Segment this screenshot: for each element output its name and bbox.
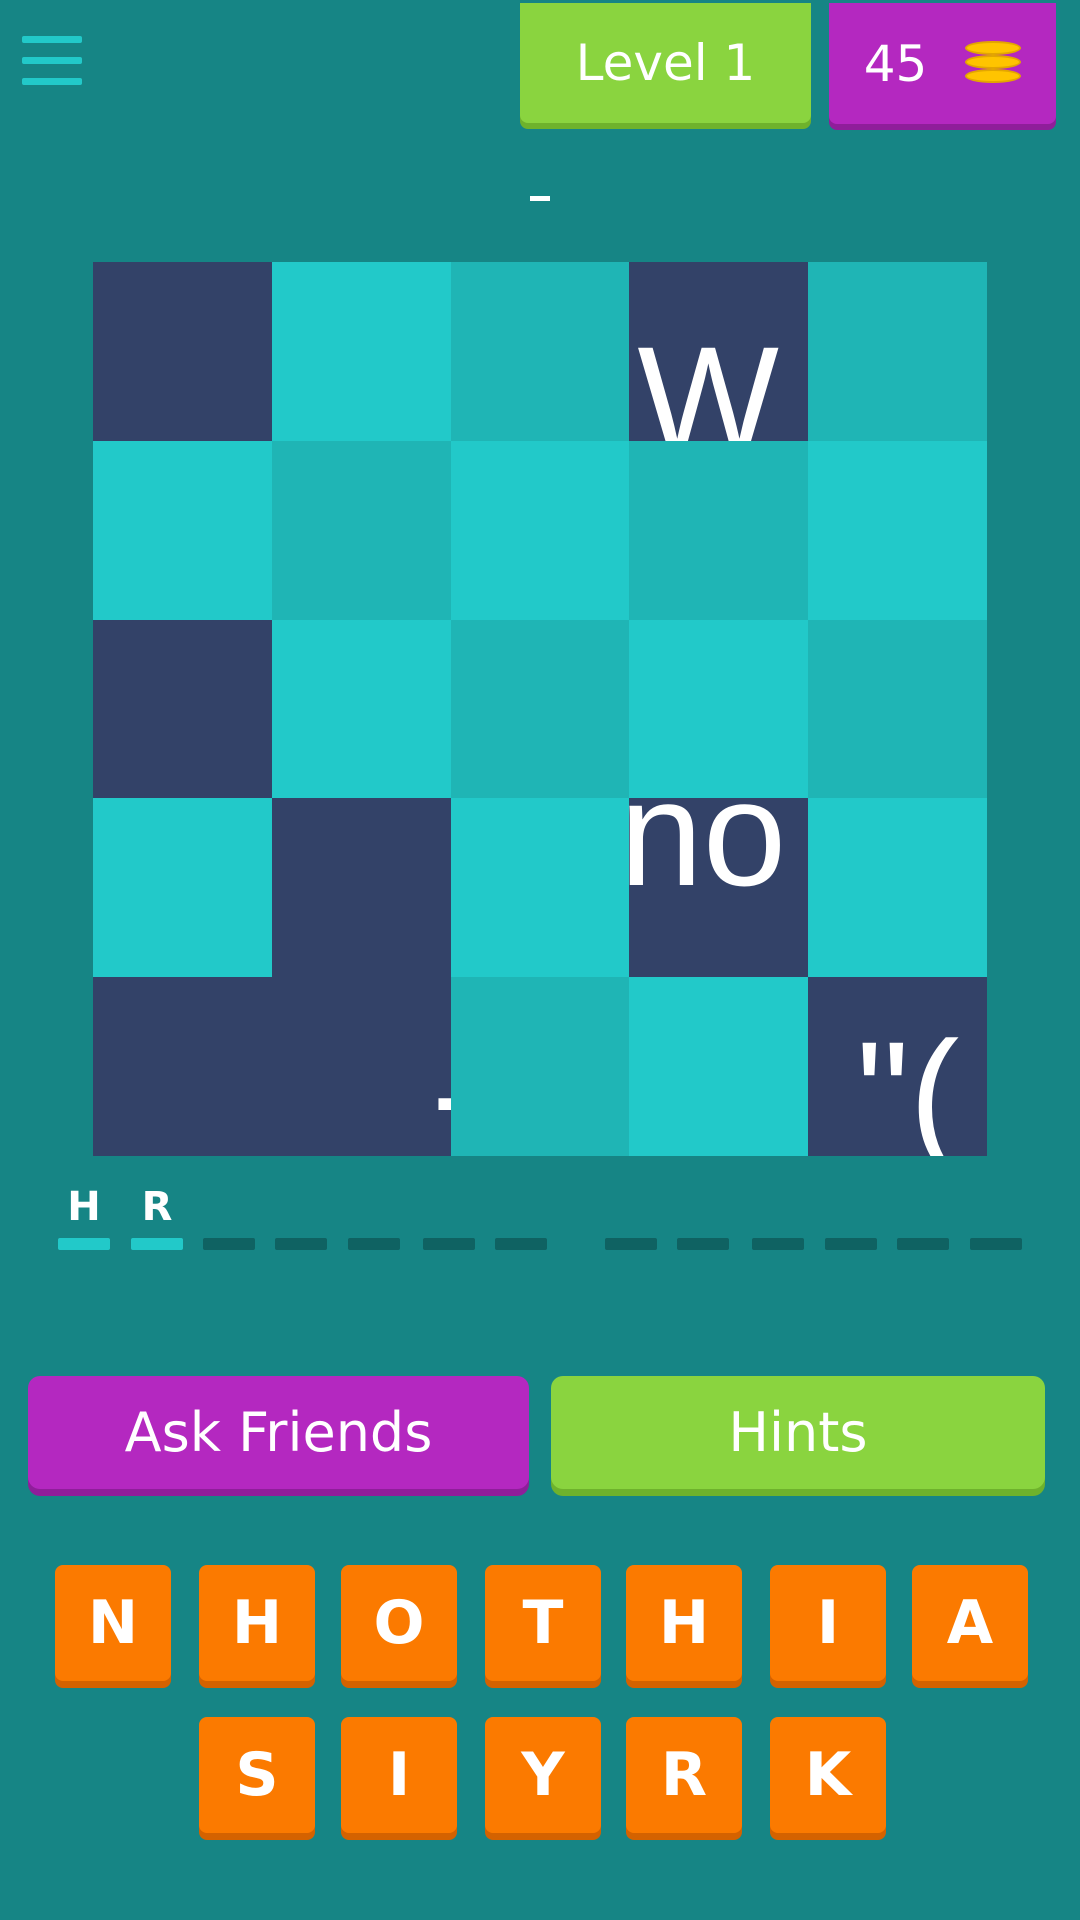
puzzle-tile-revealed	[271, 798, 451, 978]
puzzle-tile-hidden[interactable]	[629, 440, 809, 620]
puzzle-tile-hidden[interactable]	[450, 798, 630, 978]
ask-friends-label: Ask Friends	[124, 1401, 433, 1464]
coins-icon	[965, 40, 1022, 87]
puzzle-tile-revealed: no	[629, 798, 809, 978]
answer-slot[interactable]: H	[58, 1180, 110, 1250]
puzzle-tile-hidden[interactable]	[629, 977, 809, 1156]
letter-key[interactable]: R	[626, 1717, 742, 1833]
coins-button[interactable]: 45	[829, 3, 1056, 124]
answer-hint-dash	[530, 196, 550, 201]
puzzle-tile-hidden[interactable]	[808, 262, 987, 441]
puzzle-tile-hidden[interactable]	[450, 977, 630, 1156]
letter-key[interactable]: N	[55, 1565, 171, 1681]
image-fragment-text: -	[432, 1017, 451, 1156]
image-fragment-text: W	[637, 315, 779, 441]
image-fragment-text: "(	[856, 1010, 960, 1156]
answer-slot[interactable]	[495, 1180, 547, 1250]
letter-key[interactable]: Y	[485, 1717, 601, 1833]
letter-key[interactable]: O	[341, 1565, 457, 1681]
answer-slot[interactable]	[275, 1180, 327, 1250]
puzzle-tile-hidden[interactable]	[808, 798, 987, 978]
answer-letter: H	[67, 1184, 101, 1230]
answer-slot[interactable]	[825, 1180, 877, 1250]
answer-slot[interactable]	[970, 1180, 1022, 1250]
hints-button[interactable]: Hints	[551, 1376, 1045, 1489]
answer-slot[interactable]	[677, 1180, 729, 1250]
puzzle-tile-hidden[interactable]	[629, 619, 809, 799]
puzzle-tile-revealed: -	[271, 977, 451, 1156]
answer-slot[interactable]	[423, 1180, 475, 1250]
puzzle-grid: W no - "(	[93, 262, 987, 1156]
puzzle-tile-hidden[interactable]	[808, 619, 987, 799]
puzzle-tile-hidden[interactable]	[271, 262, 451, 441]
puzzle-tile-hidden[interactable]	[808, 440, 987, 620]
level-badge: Level 1	[520, 3, 811, 123]
puzzle-tile-revealed: W	[629, 262, 809, 441]
letter-key[interactable]: H	[626, 1565, 742, 1681]
answer-slot[interactable]: R	[131, 1180, 183, 1250]
answer-slot[interactable]	[897, 1180, 949, 1250]
letter-key[interactable]: H	[199, 1565, 315, 1681]
image-fragment-text: no	[629, 798, 787, 918]
letter-key[interactable]: T	[485, 1565, 601, 1681]
answer-slot[interactable]	[752, 1180, 804, 1250]
coin-count: 45	[863, 34, 928, 93]
level-label: Level 1	[575, 34, 756, 92]
puzzle-tile-hidden[interactable]	[450, 262, 630, 441]
letter-key[interactable]: I	[770, 1565, 886, 1681]
puzzle-tile-revealed	[93, 262, 272, 441]
puzzle-tile-hidden[interactable]	[271, 440, 451, 620]
answer-slot[interactable]	[605, 1180, 657, 1250]
puzzle-tile-revealed: "(	[808, 977, 987, 1156]
puzzle-tile-hidden[interactable]	[93, 798, 272, 978]
letter-key[interactable]: S	[199, 1717, 315, 1833]
answer-slots: H R	[0, 1180, 1080, 1250]
puzzle-tile-revealed	[93, 619, 272, 799]
ask-friends-button[interactable]: Ask Friends	[28, 1376, 529, 1489]
hints-label: Hints	[728, 1401, 868, 1464]
letter-key[interactable]: A	[912, 1565, 1028, 1681]
menu-icon[interactable]	[22, 36, 82, 88]
puzzle-tile-hidden[interactable]	[271, 619, 451, 799]
puzzle-tile-hidden[interactable]	[450, 619, 630, 799]
answer-slot[interactable]	[348, 1180, 400, 1250]
puzzle-tile-hidden[interactable]	[93, 440, 272, 620]
letter-key[interactable]: K	[770, 1717, 886, 1833]
answer-letter: R	[141, 1184, 173, 1230]
puzzle-tile-hidden[interactable]	[450, 440, 630, 620]
letter-key[interactable]: I	[341, 1717, 457, 1833]
answer-slot[interactable]	[203, 1180, 255, 1250]
puzzle-tile-revealed	[93, 977, 272, 1156]
